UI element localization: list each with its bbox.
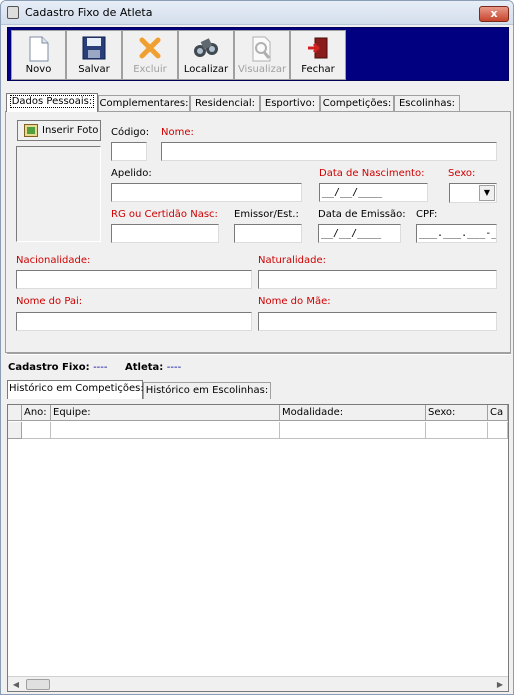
tab-escolinhas[interactable]: Escolinhas: (394, 95, 460, 112)
table-cell[interactable] (51, 422, 280, 439)
apelido-label: Apelido: (111, 168, 152, 179)
close-button[interactable]: x (479, 6, 509, 22)
exit-door-icon (308, 37, 328, 59)
localizar-button[interactable]: Localizar (178, 30, 234, 80)
visualizar-label: Visualizar (237, 64, 287, 75)
photo-box (16, 146, 101, 242)
toolbar: Novo Salvar Excluir Localizar Visualizar… (7, 27, 509, 81)
tab-label: Histórico em Competições: (9, 383, 144, 394)
mae-field[interactable] (258, 312, 497, 331)
pai-field[interactable] (16, 312, 252, 331)
row-indicator-header (8, 405, 22, 421)
table-cell[interactable] (488, 422, 508, 439)
col-equipe[interactable]: Equipe: (51, 405, 280, 421)
scroll-right-icon[interactable]: ▶ (493, 678, 507, 691)
cpf-label: CPF: (416, 209, 438, 220)
sexo-select[interactable]: ▼ (449, 183, 497, 203)
tab-esportivo[interactable]: Esportivo: (260, 95, 320, 112)
tab-competicoes[interactable]: Competições: (320, 95, 394, 112)
cadastro-label: Cadastro Fixo: (8, 362, 90, 373)
rg-field[interactable] (111, 224, 219, 243)
tab-historico-escolinhas[interactable]: Histórico em Escolinhas: (143, 382, 271, 399)
tab-historico-competicoes[interactable]: Histórico em Competições: (7, 380, 144, 399)
salvar-label: Salvar (78, 64, 110, 75)
col-categoria[interactable]: Ca (488, 405, 508, 421)
excluir-button[interactable]: Excluir (122, 30, 178, 80)
magnifier-preview-icon (252, 36, 271, 62)
col-modalidade[interactable]: Modalidade: (280, 405, 426, 421)
main-window: Cadastro Fixo de Atleta x Novo Salvar Ex… (0, 0, 514, 695)
atleta-value: ---- (166, 362, 182, 373)
cadastro-value: ---- (93, 362, 108, 373)
novo-button[interactable]: Novo (11, 30, 66, 80)
sexo-label: Sexo: (448, 168, 476, 179)
salvar-button[interactable]: Salvar (66, 30, 122, 80)
naturalidade-label: Naturalidade: (258, 255, 327, 266)
image-add-icon (24, 124, 38, 137)
delete-x-icon (139, 37, 161, 59)
visualizar-button[interactable]: Visualizar (234, 30, 290, 80)
atleta-label: Atleta: (125, 362, 164, 373)
nacionalidade-field[interactable] (16, 270, 252, 289)
atleta-info: Atleta: ---- (125, 362, 181, 373)
table-cell[interactable] (426, 422, 488, 439)
pai-label: Nome do Pai: (16, 296, 83, 307)
scroll-left-icon[interactable]: ◀ (9, 678, 23, 691)
row-indicator[interactable] (8, 422, 22, 439)
localizar-label: Localizar (183, 64, 229, 75)
mae-label: Nome do Mãe: (258, 296, 331, 307)
cadastro-fixo-info: Cadastro Fixo: ---- (8, 362, 108, 373)
naturalidade-field[interactable] (258, 270, 497, 289)
window-title: Cadastro Fixo de Atleta (25, 6, 153, 19)
novo-label: Novo (25, 64, 52, 75)
new-document-icon (29, 36, 48, 62)
emissao-label: Data de Emissão: (318, 209, 406, 220)
emissao-field[interactable]: __/__/____ (318, 224, 401, 243)
cpf-field[interactable]: ___.___.___-__ (416, 224, 497, 243)
horizontal-scrollbar[interactable]: ◀ ▶ (8, 676, 508, 691)
floppy-disk-icon (82, 36, 106, 60)
apelido-field[interactable] (111, 183, 302, 202)
excluir-label: Excluir (133, 64, 167, 75)
tab-residencial[interactable]: Residencial: (190, 95, 260, 112)
scroll-thumb[interactable] (26, 679, 50, 690)
fechar-label: Fechar (301, 64, 335, 75)
col-sexo[interactable]: Sexo: (426, 405, 488, 421)
nacionalidade-label: Nacionalidade: (16, 255, 91, 266)
historico-grid[interactable]: Ano: Equipe: Modalidade: Sexo: Ca ◀ ▶ (7, 404, 509, 692)
codigo-field[interactable] (111, 142, 147, 161)
emissor-label: Emissor/Est.: (234, 209, 299, 220)
tab-complementares[interactable]: Complementares: (98, 95, 190, 112)
divider (7, 353, 511, 355)
binoculars-icon (194, 38, 218, 57)
nome-label: Nome: (161, 127, 194, 138)
rg-label: RG ou Certidão Nasc: (111, 209, 218, 220)
title-bar[interactable]: Cadastro Fixo de Atleta x (1, 1, 513, 25)
table-cell[interactable] (280, 422, 426, 439)
col-ano[interactable]: Ano: (22, 405, 51, 421)
nascimento-label: Data de Nascimento: (319, 168, 425, 179)
tab-label: Dados Pessoais: (9, 95, 95, 108)
codigo-label: Código: (111, 127, 150, 138)
table-cell[interactable] (22, 422, 51, 439)
nascimento-field[interactable]: __/__/____ (319, 183, 428, 202)
nome-field[interactable] (161, 142, 497, 161)
chevron-down-icon[interactable]: ▼ (479, 185, 495, 201)
inserir-foto-button[interactable]: Inserir Foto (17, 120, 101, 141)
emissor-field[interactable] (234, 224, 302, 243)
fechar-button[interactable]: Fechar (290, 30, 346, 80)
inserir-foto-label: Inserir Foto (42, 125, 99, 136)
app-icon (7, 6, 19, 19)
tab-dados-pessoais[interactable]: Dados Pessoais: (6, 93, 98, 112)
